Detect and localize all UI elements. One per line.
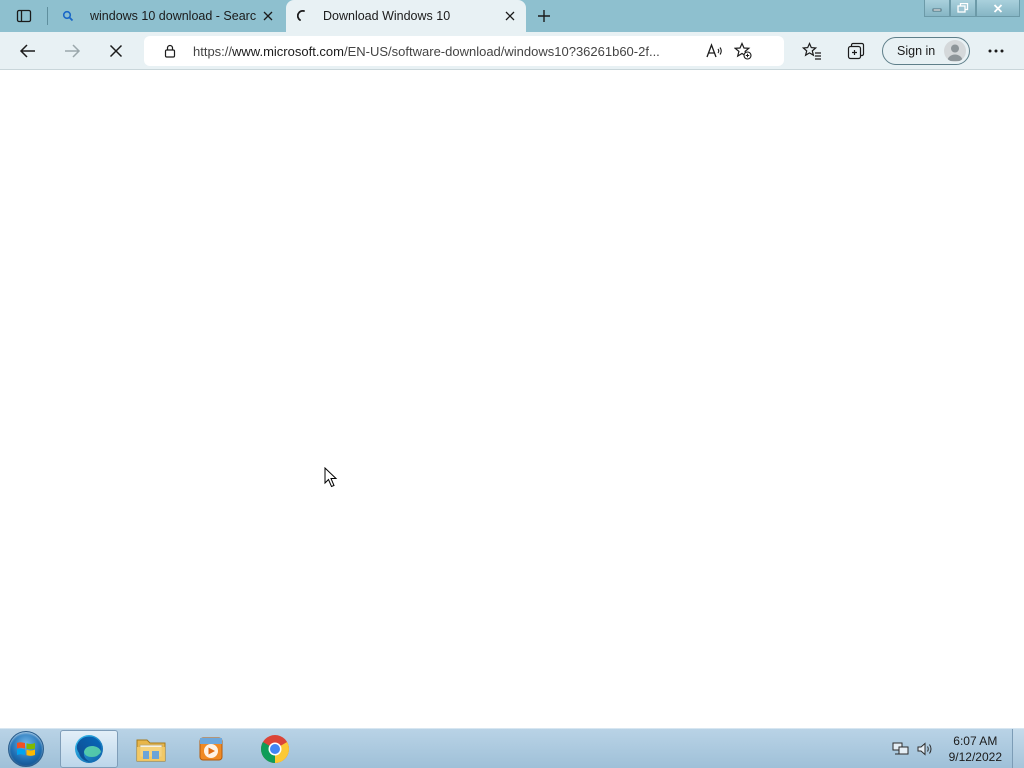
sign-in-button[interactable]: Sign in [882,37,970,65]
close-window-button[interactable] [976,0,1020,17]
restore-icon [957,3,969,13]
close-icon [109,44,123,58]
address-bar[interactable]: https://www.microsoft.com/EN-US/software… [144,36,784,66]
taskbar-item-file-explorer[interactable] [122,730,180,768]
system-tray: 6:07 AM 9/12/2022 [891,729,1024,768]
taskbar-item-media-player[interactable] [182,730,240,768]
loading-spinner-icon [296,8,312,24]
favorites-button[interactable] [796,35,828,67]
tab-close-button[interactable] [498,4,522,28]
settings-more-button[interactable] [980,35,1012,67]
avatar-icon [944,40,967,62]
favorites-icon [802,42,821,60]
tab-title: windows 10 download - Search [90,9,256,23]
start-button[interactable] [6,730,46,768]
edge-icon [75,735,103,763]
search-icon [60,8,76,24]
restore-button[interactable] [950,0,976,17]
close-icon [505,11,515,21]
page-content[interactable] [0,71,1024,728]
read-aloud-button[interactable] [701,37,729,65]
network-icon[interactable] [891,739,911,759]
tab-separator [47,7,48,25]
url-text[interactable]: https://www.microsoft.com/EN-US/software… [193,44,701,59]
windows-logo-icon [8,731,44,767]
plus-icon [538,10,550,22]
close-icon [993,3,1003,13]
clock-time: 6:07 AM [953,734,998,748]
taskbar-item-chrome[interactable] [246,730,304,768]
minimize-icon [932,8,942,12]
clock[interactable]: 6:07 AM 9/12/2022 [949,733,1002,765]
mouse-cursor-icon [324,467,338,488]
window-controls [924,0,1020,18]
back-button[interactable] [12,35,44,67]
tab-close-button[interactable] [256,4,280,28]
taskbar-item-edge[interactable] [60,730,118,768]
read-aloud-icon [706,43,722,58]
collections-icon [847,42,865,60]
folder-icon [136,739,166,762]
url-prefix: https:// [193,43,233,59]
tab-actions-icon [16,9,32,23]
chrome-icon [261,735,289,763]
star-add-icon [734,42,752,60]
volume-icon[interactable] [915,739,935,759]
stop-loading-button[interactable] [100,35,132,67]
arrow-left-icon [19,44,35,58]
show-desktop-button[interactable] [1012,729,1024,768]
collections-button[interactable] [840,35,872,67]
close-icon [263,11,273,21]
more-dots-icon [988,49,1004,53]
add-favorite-button[interactable] [729,37,757,65]
lock-icon[interactable] [162,43,178,59]
tab-search[interactable]: windows 10 download - Search [52,0,284,32]
tab-strip: windows 10 download - Search Download Wi… [0,0,1024,32]
tab-download-windows-10[interactable]: Download Windows 10 [286,0,526,32]
url-host: www.microsoft.com [232,43,344,59]
tab-title: Download Windows 10 [323,9,451,23]
sign-in-label: Sign in [897,44,936,58]
new-tab-button[interactable] [531,4,557,28]
forward-button[interactable] [56,35,88,67]
minimize-button[interactable] [924,0,950,17]
browser-toolbar: https://www.microsoft.com/EN-US/software… [0,32,1024,70]
taskbar: 6:07 AM 9/12/2022 [0,728,1024,768]
screen: windows 10 download - Search Download Wi… [0,0,1024,768]
clock-date: 9/12/2022 [948,750,1002,764]
arrow-right-icon [65,44,81,58]
media-player-icon [199,737,223,761]
tab-actions-button[interactable] [8,4,40,28]
url-path: /EN-US/software-download/windows10?36261… [344,43,660,59]
